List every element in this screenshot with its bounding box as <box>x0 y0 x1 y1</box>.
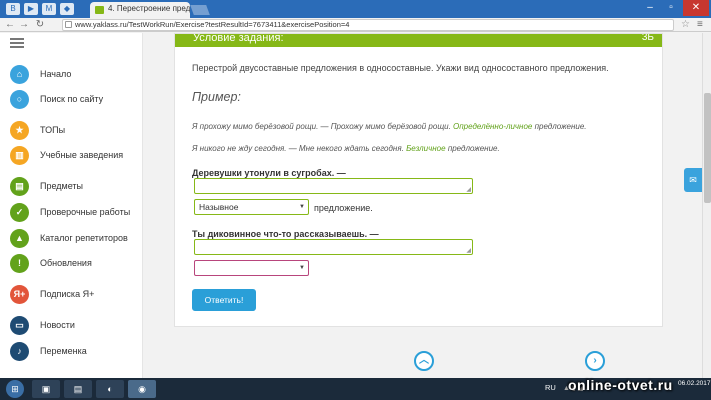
school-icon: ▥ <box>10 146 29 165</box>
answer-2-textarea[interactable]: ◢ <box>194 239 473 255</box>
sidebar-item-break[interactable]: ♪ Переменка <box>10 342 140 362</box>
answer-1-textarea[interactable]: ◢ <box>194 178 473 194</box>
sidebar-item-label: Обновления <box>40 258 92 268</box>
resize-grip-icon[interactable]: ◢ <box>466 186 471 193</box>
feedback-mail-icon[interactable]: ✉ <box>684 168 702 192</box>
language-indicator[interactable]: RU <box>545 383 556 392</box>
example-sentence: Я прохожу мимо берёзовой рощи. — Прохожу… <box>192 122 451 131</box>
dropdown-arrow-icon: ▼ <box>299 265 305 271</box>
maximize-icon[interactable]: ▫ <box>661 0 681 16</box>
sentence-type-select-1[interactable]: Назывное ▼ <box>194 199 309 215</box>
scrollbar-thumb[interactable] <box>704 93 711 203</box>
vk-tab-icon[interactable]: B <box>6 3 20 15</box>
exercise-number: 3Б <box>641 34 654 43</box>
sidebar-item-label: ТОПы <box>40 125 66 135</box>
sidebar-item-schools[interactable]: ▥ Учебные заведения <box>10 146 140 166</box>
date-text: 06.02.2017 <box>678 380 711 387</box>
pinned-tab-icon[interactable]: ◆ <box>60 3 74 15</box>
close-icon[interactable]: ✕ <box>683 0 709 16</box>
minimize-icon[interactable]: – <box>640 0 660 16</box>
sidebar-item-label: Подписка Я+ <box>40 289 95 299</box>
question-1: Деревушки утонули в сугробах. — <box>192 168 346 178</box>
task-text: Перестрой двусоставные предложения в одн… <box>192 63 609 73</box>
exercise-card: Условие задания: 3Б Перестрой двусоставн… <box>174 33 663 327</box>
example-suffix: предложение. <box>534 122 587 131</box>
folder-taskbar-icon[interactable]: ▤ <box>64 380 92 398</box>
select-value: Назывное <box>199 202 239 212</box>
sentence-type-select-2[interactable]: ▼ <box>194 260 309 276</box>
sidebar: ⌂ Начало ○ Поиск по сайту ★ ТОПы ▥ Учебн… <box>0 33 143 378</box>
tab-title: 4. Перестроение предл <box>108 4 190 13</box>
sidebar-item-home[interactable]: ⌂ Начало <box>10 65 140 85</box>
chat-icon: ▭ <box>10 316 29 335</box>
hamburger-menu-icon[interactable] <box>10 38 24 48</box>
sidebar-item-label: Начало <box>40 69 72 79</box>
sidebar-item-label: Переменка <box>40 346 87 356</box>
browser-tab-strip: B ▶ M ◆ 4. Перестроение предл – ▫ ✕ <box>0 0 711 18</box>
example-title: Пример: <box>192 90 241 104</box>
bookmark-star-icon[interactable]: ☆ <box>681 19 690 30</box>
sidebar-item-subjects[interactable]: ▤ Предметы <box>10 177 140 197</box>
star-icon: ★ <box>10 121 29 140</box>
check-icon: ✓ <box>10 203 29 222</box>
sidebar-item-label: Проверочные работы <box>40 207 131 217</box>
new-tab-button[interactable] <box>190 5 210 15</box>
start-button[interactable]: ⊞ <box>6 380 24 398</box>
example-line-1: Я прохожу мимо берёзовой рощи. — Прохожу… <box>192 122 587 131</box>
forward-arrow-icon[interactable]: → <box>18 19 30 31</box>
resize-grip-icon[interactable]: ◢ <box>466 247 471 254</box>
page-scrollbar[interactable] <box>702 33 711 378</box>
example-type: Определённо-личное <box>453 122 533 131</box>
yaklass-favicon <box>95 6 104 14</box>
sidebar-item-search[interactable]: ○ Поиск по сайту <box>10 90 140 110</box>
exclamation-icon: ! <box>10 254 29 273</box>
exercise-header: Условие задания: 3Б <box>175 34 662 47</box>
example-suffix: предложение. <box>447 144 500 153</box>
exercise-header-title: Условие задания: <box>193 34 284 44</box>
watermark: online-otvet.ru <box>568 377 673 393</box>
yaplus-icon: Я+ <box>10 285 29 304</box>
browser-menu-icon[interactable]: ≡ <box>697 19 703 30</box>
sidebar-item-news[interactable]: ▭ Новости <box>10 316 140 336</box>
submit-answer-button[interactable]: Ответить! <box>192 289 256 311</box>
sidebar-item-subscription[interactable]: Я+ Подписка Я+ <box>10 285 140 305</box>
sidebar-item-label: Поиск по сайту <box>40 94 104 104</box>
active-tab[interactable]: 4. Перестроение предл <box>90 2 190 18</box>
sidebar-item-label: Каталог репетиторов <box>40 233 128 243</box>
clock[interactable]: 06.02.2017 <box>678 380 711 388</box>
sidebar-item-tops[interactable]: ★ ТОПы <box>10 121 140 141</box>
sidebar-item-label: Учебные заведения <box>40 150 124 160</box>
address-bar: ← → ↻ www.yaklass.ru/TestWorkRun/Exercis… <box>0 18 711 32</box>
bell-icon: ♪ <box>10 342 29 361</box>
home-icon: ⌂ <box>10 65 29 84</box>
page-info-icon <box>65 21 72 28</box>
sidebar-item-label: Новости <box>40 320 75 330</box>
question-2: Ты диковинное что-то рассказываешь. — <box>192 229 379 239</box>
example-type: Безличное <box>406 144 446 153</box>
reload-icon[interactable]: ↻ <box>34 19 46 31</box>
back-arrow-icon[interactable]: ← <box>4 19 16 31</box>
sidebar-item-updates[interactable]: ! Обновления <box>10 254 140 274</box>
sidebar-item-tests[interactable]: ✓ Проверочные работы <box>10 203 140 223</box>
media-taskbar-icon[interactable]: ◐ <box>96 380 124 398</box>
sidebar-item-label: Предметы <box>40 181 84 191</box>
graduation-cap-icon: ▲ <box>10 229 29 248</box>
book-icon: ▤ <box>10 177 29 196</box>
question-1-suffix: предложение. <box>314 203 373 213</box>
example-line-2: Я никого не жду сегодня. — Мне некого жд… <box>192 144 500 153</box>
chrome-taskbar-icon[interactable]: ◉ <box>128 380 156 398</box>
explorer-taskbar-icon[interactable]: ▣ <box>32 380 60 398</box>
search-icon: ○ <box>10 90 29 109</box>
scroll-up-icon[interactable]: ︿ <box>414 351 434 371</box>
youtube-tab-icon[interactable]: ▶ <box>24 3 38 15</box>
example-sentence: Я никого не жду сегодня. — Мне некого жд… <box>192 144 404 153</box>
url-field[interactable]: www.yaklass.ru/TestWorkRun/Exercise?test… <box>62 19 674 31</box>
url-text: www.yaklass.ru/TestWorkRun/Exercise?test… <box>75 20 350 29</box>
sidebar-item-tutors[interactable]: ▲ Каталог репетиторов <box>10 229 140 249</box>
next-exercise-icon[interactable]: › <box>585 351 605 371</box>
mail-tab-icon[interactable]: M <box>42 3 56 15</box>
dropdown-arrow-icon: ▼ <box>299 204 305 210</box>
